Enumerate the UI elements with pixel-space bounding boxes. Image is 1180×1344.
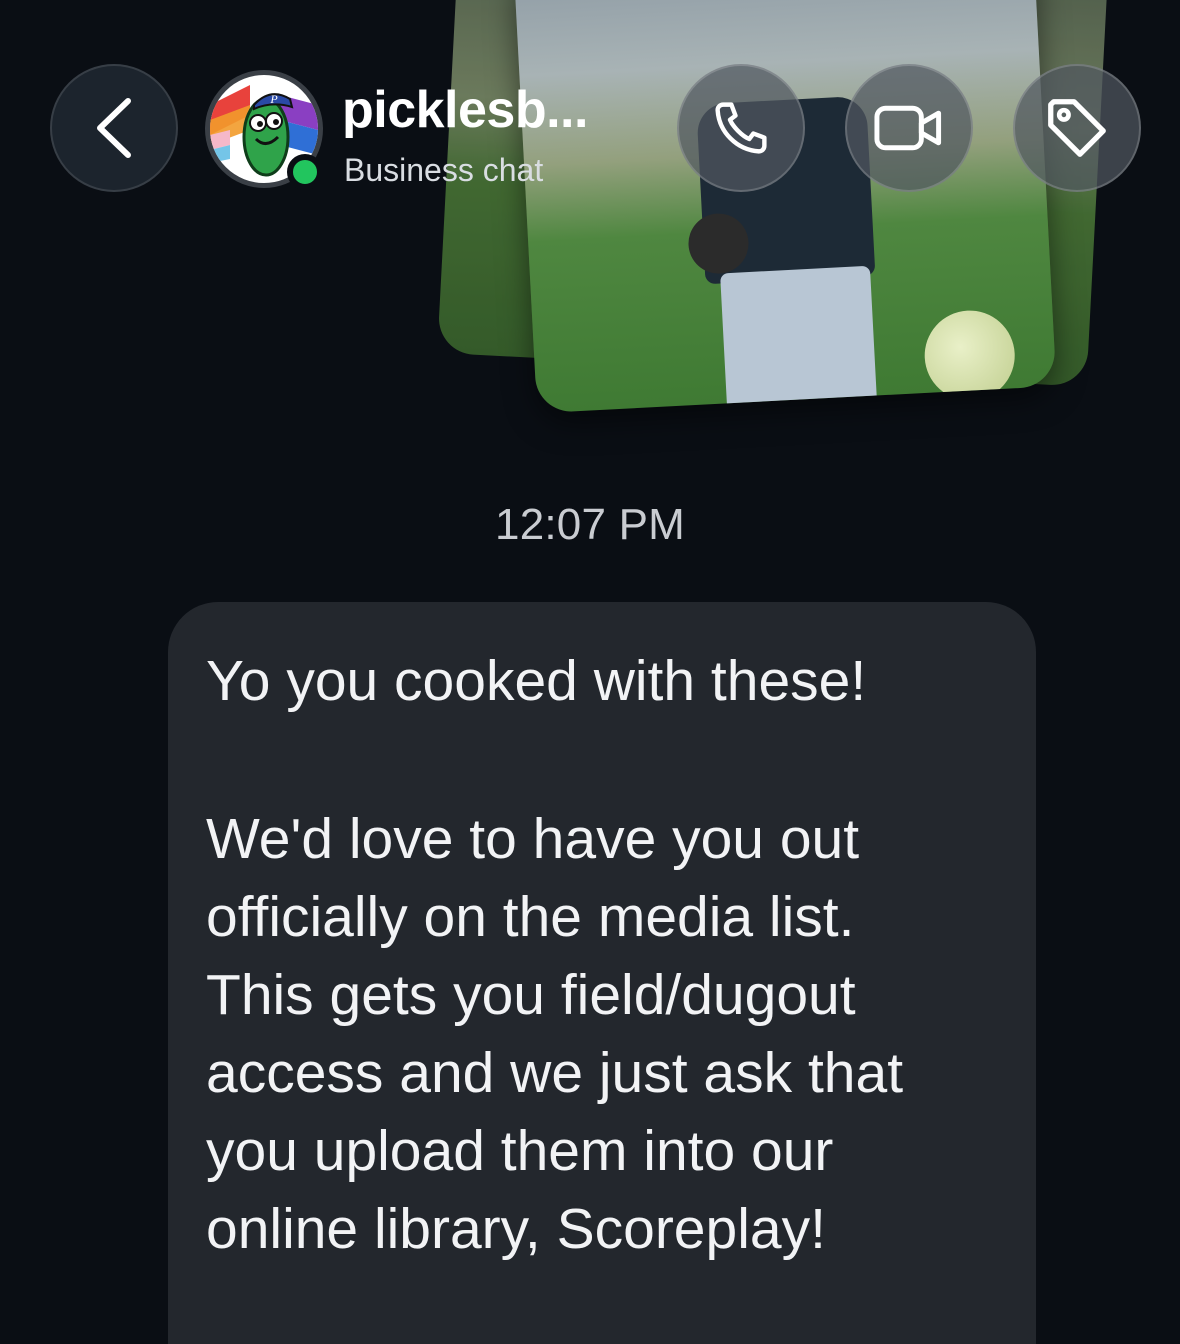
tag-icon [1048,99,1106,157]
phone-icon [715,102,767,154]
message-timestamp: 12:07 PM [495,500,685,549]
contact-name[interactable]: picklesb... [342,80,588,140]
chevron-left-icon [97,98,131,158]
chat-header: P picklesb... Business chat [0,0,1180,260]
voice-call-button[interactable] [677,64,805,192]
online-status-indicator [287,154,323,190]
back-button[interactable] [50,64,178,192]
message-paragraph: We'd love to have you out officially on … [206,807,904,1261]
contact-avatar[interactable]: P [205,70,323,190]
chat-screen: P picklesb... Business chat 12:07 PM Yo … [0,0,1180,1344]
chat-type-label: Business chat [344,152,544,188]
message-paragraph: Yo you cooked with these! [206,649,867,713]
svg-text:P: P [269,92,278,106]
photo-subject-legs [720,265,879,414]
photo-ball [922,308,1017,403]
incoming-message-bubble[interactable]: Yo you cooked with these! We'd love to h… [168,602,1036,1344]
label-button[interactable] [1013,64,1141,192]
video-camera-icon [874,105,942,151]
video-call-button[interactable] [845,64,973,192]
